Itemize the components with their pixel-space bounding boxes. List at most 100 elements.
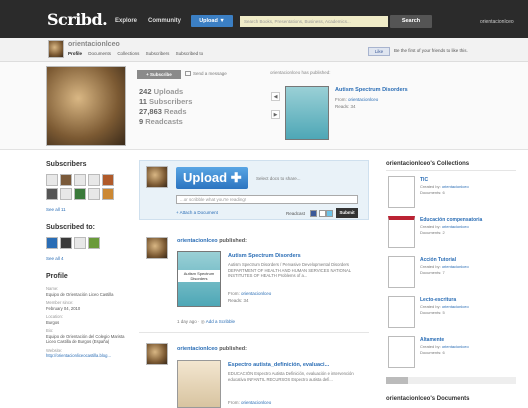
feed-avatar[interactable] bbox=[146, 237, 168, 259]
scribble-icon: ◎ bbox=[200, 319, 205, 324]
add-scribble-link[interactable]: Add a Scribble bbox=[206, 319, 235, 324]
tab-documents[interactable]: Documents bbox=[88, 51, 111, 56]
subscriber-avatar[interactable] bbox=[60, 188, 72, 200]
collection-creator-link[interactable]: orientacionlceo bbox=[442, 224, 469, 229]
small-avatar[interactable] bbox=[48, 40, 64, 58]
feed-timestamp: 1 day ago bbox=[177, 319, 197, 324]
subscriber-avatar[interactable] bbox=[88, 188, 100, 200]
carousel-next-icon[interactable]: ▶ bbox=[271, 110, 280, 119]
subscribers-grid bbox=[46, 174, 126, 200]
tab-subscribed-to[interactable]: Subscribed to bbox=[176, 51, 204, 56]
attach-document-link[interactable]: + Attach a Document bbox=[176, 210, 218, 215]
has-published-label: orientacionlceo has published: bbox=[270, 70, 331, 75]
like-prompt-text: Be the first of your friends to like thi… bbox=[394, 48, 468, 53]
search-input[interactable]: Search Books, Presentations, Business, A… bbox=[240, 16, 388, 27]
collection-meta: Created by: orientacionlceo Documents: 6 bbox=[420, 344, 469, 355]
see-all-subscribers-link[interactable]: See all 11 bbox=[46, 207, 66, 212]
nav-community[interactable]: Community bbox=[148, 18, 181, 24]
send-message-link[interactable]: Send a message bbox=[193, 71, 227, 76]
upload-menu-button[interactable]: Upload ▼ bbox=[191, 15, 233, 27]
see-all-subscribed-link[interactable]: See all 4 bbox=[46, 256, 64, 261]
feed-doc-meta: From: orientacionlceo Reads: 34 bbox=[228, 291, 272, 303]
uploader-avatar bbox=[146, 166, 168, 188]
collection-thumbnail[interactable] bbox=[388, 216, 415, 248]
subscribed-to-grid bbox=[46, 237, 100, 249]
user-menu[interactable]: orientacionlceo bbox=[480, 19, 514, 25]
subscribed-avatar[interactable] bbox=[74, 237, 86, 249]
collection-title[interactable]: Lecto-escritura bbox=[420, 297, 456, 303]
status-input[interactable]: ...or scribble what you're reading! bbox=[176, 195, 358, 204]
collection-title[interactable]: Altamente bbox=[420, 337, 444, 343]
collection-title[interactable]: Educación compensatoria bbox=[420, 217, 482, 223]
nav-explore[interactable]: Explore bbox=[115, 18, 137, 24]
collection-title[interactable]: TIC bbox=[420, 177, 428, 183]
stat-subscribers[interactable]: 11 Subscribers bbox=[139, 97, 192, 107]
subscriber-avatar[interactable] bbox=[88, 174, 100, 186]
tab-subscribers[interactable]: Subscribers bbox=[146, 51, 170, 56]
website-link[interactable]: http://orientacionliceocastilla.blog... bbox=[46, 353, 126, 359]
upload-button[interactable]: Upload ✚ bbox=[176, 167, 248, 189]
twitter-icon[interactable] bbox=[326, 210, 333, 217]
feed-doc-description: EDUCACIÓN Espectro Autista Definición, e… bbox=[228, 371, 354, 382]
collection-title[interactable]: Acción Tutorial bbox=[420, 257, 456, 263]
feed-user-link[interactable]: orientacionlceo bbox=[177, 238, 218, 244]
subscriber-avatar[interactable] bbox=[102, 188, 114, 200]
checkbox-icon[interactable] bbox=[319, 210, 326, 217]
subscribed-avatar[interactable] bbox=[88, 237, 100, 249]
upload-arrow-icon: ✚ bbox=[230, 170, 242, 185]
feed-doc-title[interactable]: Espectro autista_definición, evaluaci... bbox=[228, 362, 329, 368]
collection-meta: Created by: orientacionlceo Documents: 2 bbox=[420, 224, 469, 235]
collection-meta: Created by: orientacionlceo Documents: 7 bbox=[420, 264, 469, 275]
subscribed-avatar[interactable] bbox=[60, 237, 72, 249]
collection-thumbnail[interactable] bbox=[388, 336, 415, 368]
stat-readcasts[interactable]: 9 Readcasts bbox=[139, 117, 192, 127]
feed-doc-title[interactable]: Autism Spectrum Disorders bbox=[228, 253, 301, 259]
feed-doc-thumbnail[interactable]: Autism Spectrum Disorders bbox=[177, 251, 221, 307]
stat-uploads[interactable]: 242 Uploads bbox=[139, 87, 192, 97]
collection-thumbnail[interactable] bbox=[388, 296, 415, 328]
profile-stats: 242 Uploads 11 Subscribers 27,863 Reads … bbox=[139, 87, 192, 127]
tab-profile[interactable]: Profile bbox=[68, 51, 82, 56]
collection-thumbnail[interactable] bbox=[388, 256, 415, 288]
submit-button[interactable]: Submit bbox=[336, 208, 358, 218]
subscriber-avatar[interactable] bbox=[60, 174, 72, 186]
facebook-like-button[interactable]: Like bbox=[368, 47, 390, 56]
collection-creator-link[interactable]: orientacionlceo bbox=[442, 184, 469, 189]
facebook-icon[interactable] bbox=[310, 210, 317, 217]
subscriber-avatar[interactable] bbox=[102, 174, 114, 186]
collections-divider bbox=[386, 170, 516, 171]
feed-author-link[interactable]: orientacionlceo bbox=[241, 400, 271, 405]
subscriber-avatar[interactable] bbox=[74, 174, 86, 186]
tab-collections[interactable]: Collections bbox=[117, 51, 139, 56]
collection-thumbnail[interactable] bbox=[388, 176, 415, 208]
feed-author-link[interactable]: orientacionlceo bbox=[241, 291, 271, 296]
search-button[interactable]: Search bbox=[390, 15, 432, 28]
feed-avatar[interactable] bbox=[146, 343, 168, 365]
featured-doc-title[interactable]: Autism Spectrum Disorders bbox=[335, 87, 408, 93]
profile-tabs: Profile Documents Collections Subscriber… bbox=[68, 51, 208, 56]
subscribed-avatar[interactable] bbox=[46, 237, 58, 249]
subscriber-avatar[interactable] bbox=[74, 188, 86, 200]
subscribe-button[interactable]: + Subscribe bbox=[137, 70, 181, 79]
subscriber-avatar[interactable] bbox=[46, 174, 58, 186]
carousel-prev-icon[interactable]: ◀ bbox=[271, 92, 280, 101]
scrollbar-thumb[interactable] bbox=[386, 377, 408, 384]
feed-user-link[interactable]: orientacionlceo bbox=[177, 346, 218, 352]
bio-value: Equipo de Orientación del Colegio Marist… bbox=[46, 333, 125, 345]
collection-creator-link[interactable]: orientacionlceo bbox=[442, 264, 469, 269]
feed-doc-thumbnail[interactable] bbox=[177, 360, 221, 408]
collection-creator-link[interactable]: orientacionlceo bbox=[442, 304, 469, 309]
feed-item-header: orientacionlceo published: bbox=[177, 238, 247, 244]
feed-item-footer: 1 day ago · ◎ Add a Scribble bbox=[177, 319, 236, 324]
subscriber-avatar[interactable] bbox=[46, 188, 58, 200]
collections-scrollbar[interactable] bbox=[386, 377, 516, 384]
subscribers-heading: Subscribers bbox=[46, 161, 87, 168]
envelope-icon bbox=[185, 71, 191, 76]
featured-doc-author-link[interactable]: orientacionlceo bbox=[348, 97, 378, 102]
collection-creator-link[interactable]: orientacionlceo bbox=[442, 344, 469, 349]
scribd-logo[interactable]: Scribd. bbox=[47, 10, 108, 29]
subscribed-to-heading: Subscribed to: bbox=[46, 224, 96, 231]
collection-meta: Created by: orientacionlceo Documents: 5 bbox=[420, 304, 469, 315]
featured-doc-thumbnail[interactable] bbox=[285, 86, 329, 140]
upload-panel bbox=[139, 160, 369, 220]
